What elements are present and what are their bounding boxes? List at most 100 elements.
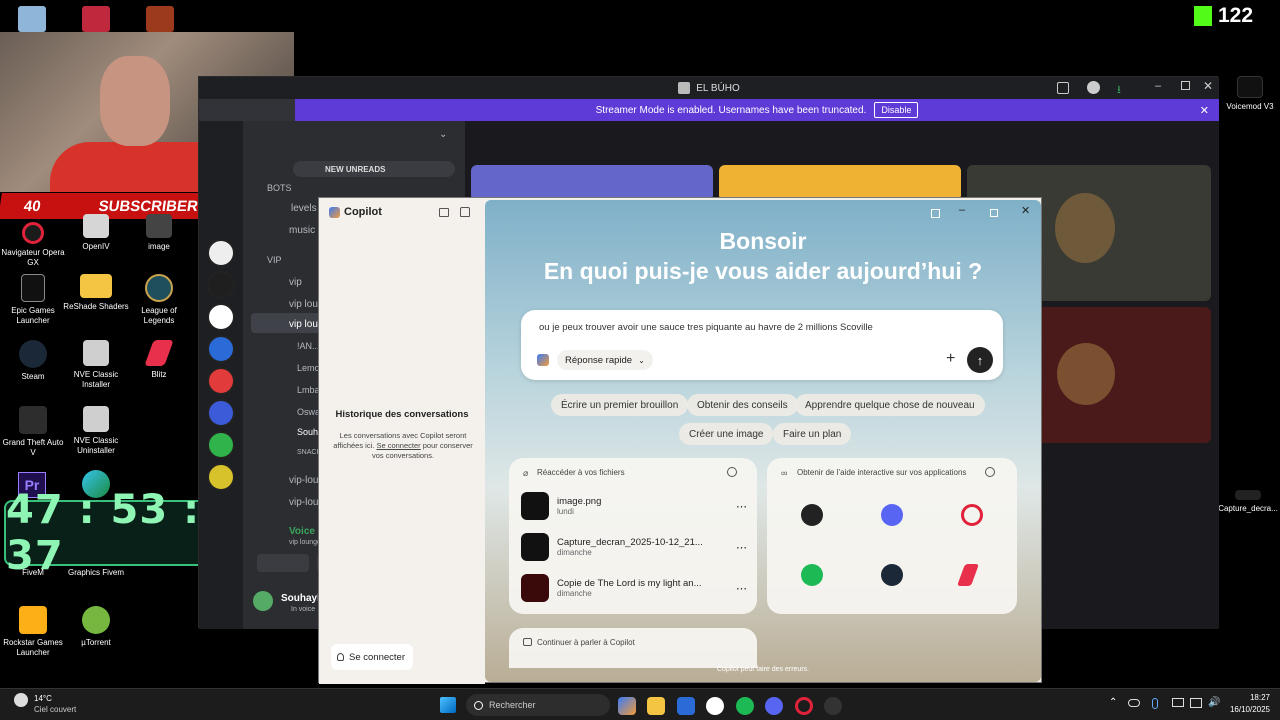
more-options-icon[interactable]: ⋯: [736, 541, 747, 554]
minimize-icon[interactable]: –: [959, 204, 965, 216]
discord-icon[interactable]: [765, 697, 783, 715]
member-name[interactable]: Lemo: [297, 363, 320, 373]
copilot-taskbar-icon[interactable]: [618, 697, 636, 715]
server-icon[interactable]: [207, 303, 235, 331]
channel-vip-lou[interactable]: vip-lou: [289, 475, 318, 486]
cloud-icon[interactable]: [1128, 699, 1140, 707]
suggestion-chip[interactable]: Apprendre quelque chose de nouveau: [795, 394, 985, 416]
video-off-button[interactable]: [257, 554, 309, 572]
continue-chat-card[interactable]: Continuer à parler à Copilot: [509, 628, 757, 668]
desktop-icon-nve-uninstaller[interactable]: NVE Classic Uninstaller: [63, 406, 129, 456]
desktop-icon-blitz[interactable]: Blitz: [126, 340, 192, 380]
game-shortcut-icon[interactable]: [146, 6, 174, 32]
desktop-icon-reshade[interactable]: ReShade Shaders: [63, 274, 129, 312]
desktop-icon-openiv[interactable]: OpenIV: [63, 214, 129, 252]
display-icon[interactable]: [1172, 698, 1184, 707]
file-item[interactable]: Capture_decran_2025-10-12_21... dimanche …: [521, 531, 747, 563]
info-icon[interactable]: [985, 467, 995, 477]
opera-icon[interactable]: [961, 504, 983, 526]
file-item[interactable]: image.png lundi ⋯: [521, 490, 747, 522]
server-dropdown-icon[interactable]: ⌄: [439, 129, 447, 140]
category-bots[interactable]: BOTS: [267, 183, 292, 193]
desktop-icon-voicemod[interactable]: Voicemod V3: [1220, 76, 1280, 112]
disable-streamer-button[interactable]: Disable: [874, 102, 919, 118]
opera-icon[interactable]: [795, 697, 813, 715]
server-icon[interactable]: [207, 399, 235, 427]
desktop-icon-utorrent[interactable]: µTorrent: [63, 606, 129, 648]
desktop-icon-steam[interactable]: Steam: [0, 340, 66, 382]
signin-button[interactable]: Se connecter: [331, 644, 413, 670]
banner-close-icon[interactable]: ✕: [1200, 104, 1209, 117]
copilot-window[interactable]: Copilot Historique des conversations Les…: [318, 197, 1042, 684]
more-options-icon[interactable]: ⋯: [736, 582, 747, 595]
suggestion-chip[interactable]: Obtenir des conseils: [687, 394, 798, 416]
sidebar-toggle-icon[interactable]: [439, 208, 449, 217]
new-unreads-pill[interactable]: NEW UNREADS: [293, 161, 455, 177]
suggestion-chip[interactable]: Écrire un premier brouillon: [551, 394, 689, 416]
file-explorer-icon[interactable]: [647, 697, 665, 715]
download-icon[interactable]: ⭳: [1117, 81, 1121, 100]
desktop-icon-rockstar[interactable]: Rockstar Games Launcher: [0, 606, 66, 658]
close-icon[interactable]: ✕: [1021, 204, 1030, 217]
server-icon[interactable]: [207, 335, 235, 363]
volume-icon[interactable]: 🔊: [1208, 697, 1220, 708]
channel-vip-lounge[interactable]: vip lou: [289, 299, 318, 310]
inbox-icon[interactable]: [1057, 82, 1069, 94]
channel-vip-lou[interactable]: vip-lou: [289, 497, 318, 508]
participant-tile[interactable]: [471, 165, 713, 201]
channel-levels[interactable]: levels: [291, 203, 317, 214]
maximize-icon[interactable]: [990, 209, 998, 217]
home-icon[interactable]: [460, 207, 470, 217]
taskbar-search[interactable]: Rechercher: [466, 694, 610, 716]
suggestion-chip[interactable]: Créer une image: [679, 423, 774, 445]
channel-vip-lounge[interactable]: vip lou: [289, 319, 318, 330]
steam-icon[interactable]: [881, 564, 903, 586]
more-options-icon[interactable]: ⋯: [736, 500, 747, 513]
server-icon[interactable]: [207, 431, 235, 459]
start-button-icon[interactable]: [440, 697, 456, 713]
member-name[interactable]: !AN...: [297, 341, 320, 351]
minimize-icon[interactable]: –: [1155, 80, 1161, 92]
send-button[interactable]: ↑: [967, 347, 993, 373]
desktop-icon-league[interactable]: League of Legends: [126, 274, 192, 326]
blitz-icon[interactable]: [956, 564, 980, 586]
microphone-icon[interactable]: [1152, 698, 1158, 709]
info-icon[interactable]: [727, 467, 737, 477]
desktop-icon-nve-installer[interactable]: NVE Classic Installer: [63, 340, 129, 390]
weather-temp[interactable]: 14°C: [34, 694, 52, 703]
desktop-icon-graphics-fivem[interactable]: Graphics Fivem: [63, 568, 129, 578]
clock-date[interactable]: 16/10/2025: [1222, 705, 1270, 714]
message-input[interactable]: ou je peux trouver avoir une sauce tres …: [539, 322, 989, 333]
suggestion-chip[interactable]: Faire un plan: [773, 423, 852, 445]
obs-icon[interactable]: [801, 504, 823, 526]
mode-selector[interactable]: Réponse rapide ⌄: [557, 350, 653, 370]
help-icon[interactable]: [1087, 81, 1100, 94]
store-icon[interactable]: [677, 697, 695, 715]
spotify-icon[interactable]: [736, 697, 754, 715]
server-icon[interactable]: [207, 271, 235, 299]
maximize-icon[interactable]: [1181, 81, 1190, 90]
server-icon[interactable]: [207, 367, 235, 395]
desktop-icon-epic[interactable]: Epic Games Launcher: [0, 274, 66, 326]
member-name[interactable]: Oswa: [297, 407, 320, 417]
avatar[interactable]: [253, 591, 273, 611]
desktop-icon-capture[interactable]: Capture_decra...: [1216, 490, 1280, 514]
channel-music[interactable]: music: [289, 225, 315, 236]
desktop-icon-image[interactable]: image: [126, 214, 192, 252]
desktop-icon-opera-gx[interactable]: Navigateur Opera GX: [0, 222, 66, 268]
close-icon[interactable]: ✕: [1203, 79, 1213, 93]
valorant-icon[interactable]: [82, 6, 110, 32]
category-vip[interactable]: VIP: [267, 255, 282, 265]
clock-time[interactable]: 18:27: [1230, 693, 1270, 702]
participant-tile[interactable]: [719, 165, 961, 201]
server-icon[interactable]: [207, 463, 235, 491]
tray-overflow-icon[interactable]: ⌃: [1109, 697, 1117, 708]
member-name[interactable]: Lmba: [297, 385, 320, 395]
signin-link[interactable]: Se connecter: [376, 441, 420, 450]
server-icon[interactable]: [207, 239, 235, 267]
spotify-icon[interactable]: [801, 564, 823, 586]
obs-icon[interactable]: [824, 697, 842, 715]
network-icon[interactable]: [1190, 698, 1202, 708]
weather-icon[interactable]: [14, 693, 28, 707]
weather-desc[interactable]: Ciel couvert: [34, 705, 76, 714]
